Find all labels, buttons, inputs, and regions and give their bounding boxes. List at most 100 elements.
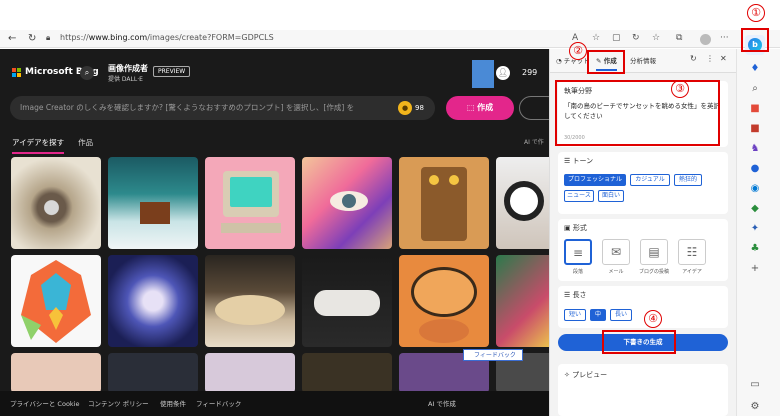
food-image[interactable] xyxy=(205,255,295,347)
address-bar[interactable]: https://www.bing.com/images/create?FORM=… xyxy=(60,33,274,42)
favorites-icon[interactable]: ☆ xyxy=(652,33,660,43)
misc-image[interactable] xyxy=(11,353,101,393)
search-sidebar-icon[interactable]: ⌕ xyxy=(749,83,761,95)
back-icon[interactable]: ← xyxy=(8,33,16,44)
tiger-image[interactable] xyxy=(399,255,489,347)
user-avatar[interactable] xyxy=(472,60,494,88)
tiger-face xyxy=(411,267,477,317)
annotation-box-4 xyxy=(602,330,676,354)
eye-image[interactable] xyxy=(302,157,392,249)
cabin-image[interactable] xyxy=(108,157,198,249)
elephant-image[interactable] xyxy=(302,353,392,393)
flower-image[interactable] xyxy=(108,255,198,347)
length-long[interactable]: 長い xyxy=(610,309,632,321)
ai-made-label: AI で作成 xyxy=(428,400,456,408)
add-icon[interactable]: + xyxy=(749,263,761,275)
split-icon[interactable]: ▢ xyxy=(612,33,621,43)
tone-enthusiastic[interactable]: 熱狂的 xyxy=(674,174,702,186)
profile-icon[interactable] xyxy=(700,34,711,45)
tone-card: ☰ トーン プロフェッショナル カジュアル 熱狂的 ニュース 面白い xyxy=(558,152,728,214)
format-paragraph[interactable]: ≡ xyxy=(564,239,592,265)
panda-image[interactable] xyxy=(496,157,549,249)
outlook-icon[interactable]: ◉ xyxy=(749,183,761,195)
feedback-link[interactable]: フィードバック xyxy=(196,398,241,408)
keyboard-shape xyxy=(221,223,281,233)
eye-white xyxy=(330,191,368,211)
length-medium[interactable]: 中 xyxy=(590,309,606,321)
format-blog[interactable]: ▤ xyxy=(640,239,668,265)
tone-news[interactable]: ニュース xyxy=(564,190,594,202)
wolf-art xyxy=(21,260,91,343)
ideas-icon: ☷ xyxy=(686,245,698,259)
account-icon[interactable]: 👤︎ xyxy=(496,66,510,80)
annotation-number-2: ② xyxy=(569,42,587,60)
preview-icon: ✧ xyxy=(564,371,570,379)
robot-image[interactable] xyxy=(399,157,489,249)
computer-image[interactable] xyxy=(205,157,295,249)
collections-icon[interactable]: ⧉ xyxy=(676,33,682,43)
ring-image[interactable] xyxy=(11,157,101,249)
format-blog-label: ブログの投稿 xyxy=(638,269,669,275)
computer-body xyxy=(223,171,279,217)
page-footer: プライバシーと Cookie コンテンツ ポリシー 使用条件 フィードバック A… xyxy=(0,391,549,416)
format-ideas[interactable]: ☷ xyxy=(678,239,706,265)
shoes-image[interactable] xyxy=(302,255,392,347)
panda-shape xyxy=(504,181,544,221)
length-title: ☰ 長さ xyxy=(564,291,587,299)
screen: ← ↻ 🔒︎ https://www.bing.com/images/creat… xyxy=(0,0,780,416)
refresh-page-icon[interactable]: ↻ xyxy=(632,33,640,43)
shoe-shape xyxy=(314,290,380,316)
length-short[interactable]: 短い xyxy=(564,309,586,321)
edge-sidebar: b ♦ ⌕ ■ ■ ♞ ● ◉ ◆ ✦ ♣ + ▭ ⚙ xyxy=(736,35,780,416)
panel-more-icon[interactable]: ⋮ xyxy=(706,54,714,63)
format-card: ▣ 形式 ≡ ✉ ▤ ☷ 段落 メール ブログの投稿 アイデア xyxy=(558,219,728,281)
cabin-shape xyxy=(140,202,170,224)
split-screen-icon[interactable]: ▭ xyxy=(749,379,761,391)
refresh-icon[interactable]: ↻ xyxy=(28,33,36,44)
search-icon[interactable]: ⌕ xyxy=(80,66,94,80)
tone-funny[interactable]: 面白い xyxy=(598,190,624,202)
tab-explore[interactable]: アイデアを探す xyxy=(12,137,65,154)
terms-link[interactable]: 使用条件 xyxy=(160,398,186,408)
games-icon[interactable]: ♞ xyxy=(749,143,761,155)
privacy-link[interactable]: プライバシーと Cookie xyxy=(10,398,80,408)
prompt-input[interactable]: Image Creator のしくみを確認しますか? [驚くようなおすすめのプロ… xyxy=(10,96,435,120)
ai-label: AI で作 xyxy=(524,139,544,146)
tools-icon[interactable]: ■ xyxy=(749,123,761,135)
content-policy-link[interactable]: コンテンツ ポリシー xyxy=(88,398,149,408)
wolf-image[interactable] xyxy=(11,255,101,347)
designer-icon[interactable]: ✦ xyxy=(749,223,761,235)
annotation-number-1: ① xyxy=(747,4,765,22)
surprise-button[interactable] xyxy=(519,96,549,120)
robot-eye-right xyxy=(449,175,459,185)
feedback-button[interactable]: フィードバック xyxy=(463,349,523,361)
format-email[interactable]: ✉ xyxy=(602,239,630,265)
annotation-box-3 xyxy=(555,80,720,146)
office-icon[interactable]: ● xyxy=(749,163,761,175)
annotation-box-2 xyxy=(587,50,625,74)
tone-professional[interactable]: プロフェッショナル xyxy=(564,174,626,186)
panel-refresh-icon[interactable]: ↻ xyxy=(690,54,697,63)
more-icon[interactable]: ··· xyxy=(720,33,729,43)
create-button[interactable]: ⬚ 作成 xyxy=(446,96,514,120)
tree-icon[interactable]: ♣ xyxy=(749,243,761,255)
lily-image[interactable] xyxy=(205,353,295,393)
drop-icon[interactable]: ◆ xyxy=(749,203,761,215)
format-icon: ▣ xyxy=(564,224,571,232)
chat-icon: ◔ xyxy=(556,57,562,65)
format-email-label: メール xyxy=(608,269,624,275)
panel-close-icon[interactable]: ✕ xyxy=(720,54,727,63)
points-count: 299 xyxy=(522,68,538,77)
length-icon: ☰ xyxy=(564,291,571,299)
favorite-icon[interactable]: ☆ xyxy=(592,33,600,43)
tab-creations[interactable]: 作品 xyxy=(78,137,93,154)
paragraph-icon: ≡ xyxy=(572,246,584,260)
shopping-icon[interactable]: ■ xyxy=(749,103,761,115)
tone-casual[interactable]: カジュアル xyxy=(630,174,670,186)
chrome-image[interactable] xyxy=(108,353,198,393)
preview-card: ✧ プレビュー xyxy=(558,364,728,416)
bird-image[interactable] xyxy=(496,255,549,347)
tab-insights[interactable]: 分析情報 xyxy=(630,55,656,65)
notification-icon[interactable]: ♦ xyxy=(749,63,761,75)
settings-icon[interactable]: ⚙ xyxy=(749,401,761,413)
